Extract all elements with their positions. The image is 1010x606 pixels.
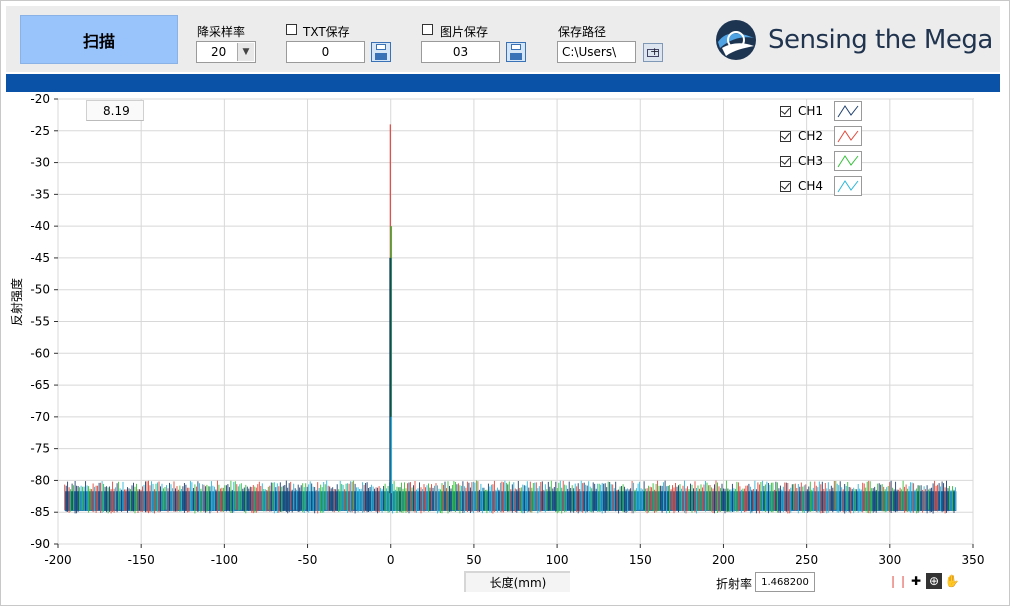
legend-swatch-ch3[interactable] (834, 151, 862, 171)
y-tick-label: -40 (30, 219, 50, 233)
legend-checkbox[interactable] (780, 105, 791, 117)
y-tick-label: -35 (30, 187, 50, 201)
y-tick-label: -55 (30, 315, 50, 329)
x-tick-label: -200 (44, 553, 71, 567)
refractive-index-field[interactable]: 1.468200 (755, 572, 815, 592)
x-tick-label: 300 (878, 553, 901, 567)
x-tick-label: 0 (387, 553, 395, 567)
legend-swatch-ch1[interactable] (834, 101, 862, 121)
legend-label: CH3 (798, 154, 824, 168)
y-tick-label: -65 (30, 378, 50, 392)
zoom-icon[interactable]: ⊕ (926, 573, 942, 589)
legend-item-ch3[interactable]: CH3 (780, 151, 823, 171)
x-tick-label: -100 (211, 553, 238, 567)
x-tick-label: 100 (546, 553, 569, 567)
y-tick-label: -25 (30, 124, 50, 138)
pan-hand-icon[interactable]: ✋ (944, 573, 960, 589)
crosshair-icon[interactable]: ✚ (908, 573, 924, 589)
x-tick-label: 50 (466, 553, 481, 567)
y-tick-label: -50 (30, 283, 50, 297)
graph-palette: ❘❘ ✚ ⊕ ✋ (888, 573, 960, 589)
x-tick-label: 200 (712, 553, 735, 567)
legend-checkbox[interactable] (780, 130, 791, 142)
y-tick-label: -30 (30, 156, 50, 170)
y-tick-label: -20 (30, 92, 50, 106)
cursor-icon[interactable]: ❘❘ (888, 573, 908, 589)
x-tick-label: -150 (128, 553, 155, 567)
x-axis-ticks: -200 -150 -100 -50 0 50 100 150 200 250 300 350 (44, 544, 984, 567)
y-tick-label: -60 (30, 346, 50, 360)
x-tick-label: 350 (962, 553, 985, 567)
legend-swatch-ch2[interactable] (834, 126, 862, 146)
legend-checkbox[interactable] (780, 180, 791, 192)
y-tick-label: -70 (30, 410, 50, 424)
y-tick-label: -75 (30, 442, 50, 456)
x-tick-label: -50 (298, 553, 318, 567)
refractive-index-label: 折射率 (716, 577, 753, 591)
cursor-value-box[interactable]: 8.19 (86, 100, 144, 121)
y-tick-label: -80 (30, 473, 50, 487)
legend-item-ch1[interactable]: CH1 (780, 101, 823, 121)
legend-item-ch4[interactable]: CH4 (780, 176, 823, 196)
x-tick-label: 150 (629, 553, 652, 567)
legend-checkbox[interactable] (780, 155, 791, 167)
legend-swatch-ch4[interactable] (834, 176, 862, 196)
y-axis-label: 反射强度 (10, 277, 24, 326)
y-tick-label: -85 (30, 505, 50, 519)
x-axis-label: 长度(mm) (464, 571, 570, 592)
y-axis-ticks: -20 -25 -30 -35 -40 -45 -50 -55 -60 -65 -70 -75 -80 -… (30, 92, 58, 551)
legend-label: CH4 (798, 179, 824, 193)
legend-label: CH1 (798, 104, 824, 118)
legend-label: CH2 (798, 129, 824, 143)
x-tick-label: 250 (795, 553, 818, 567)
y-tick-label: -90 (30, 537, 50, 551)
legend-item-ch2[interactable]: CH2 (780, 126, 823, 146)
reflection-chart[interactable]: -200 -150 -100 -50 0 50 100 150 200 250 300 350 -20… (0, 0, 1010, 606)
y-tick-label: -45 (30, 251, 50, 265)
